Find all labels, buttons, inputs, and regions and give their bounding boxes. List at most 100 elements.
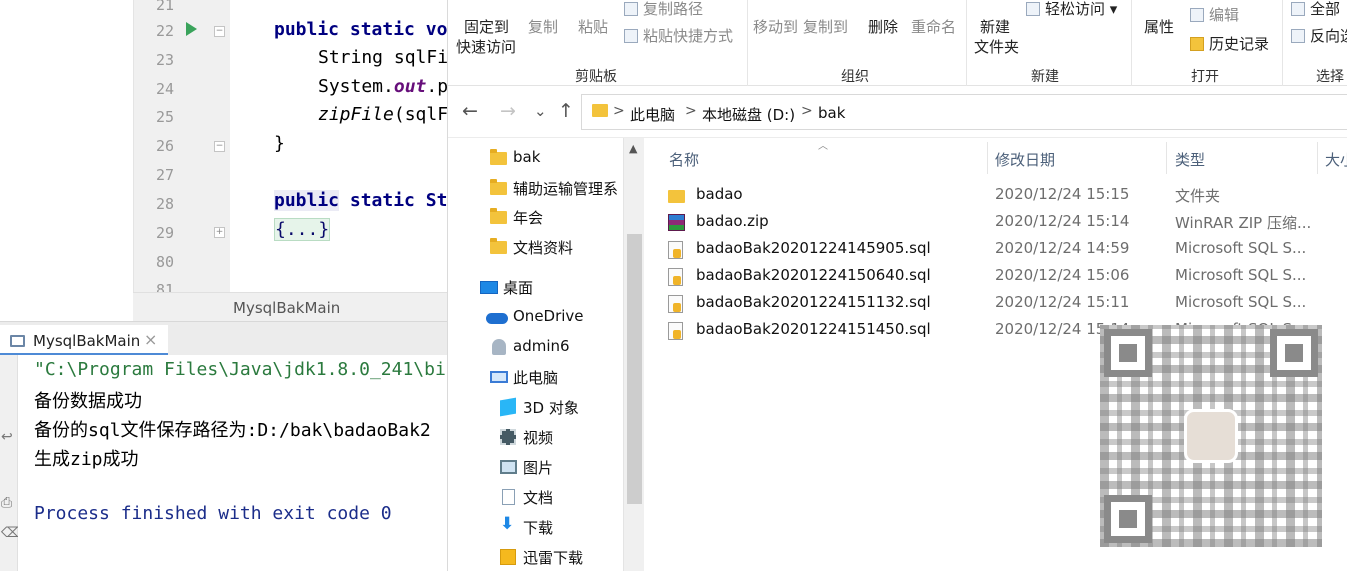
back-button[interactable]: ← <box>462 100 478 122</box>
column-divider[interactable] <box>1166 142 1167 174</box>
qr-finder-pattern <box>1104 329 1152 377</box>
run-tab[interactable]: MysqlBakMain × <box>0 325 168 356</box>
sql-file-icon <box>668 268 683 286</box>
button-label: 粘贴快捷方式 <box>643 27 734 45</box>
breadcrumb-separator[interactable]: > <box>613 103 625 119</box>
tree-item-label: 迅雷下载 <box>523 549 584 567</box>
breadcrumb-separator[interactable]: > <box>801 103 813 119</box>
qr-finder-pattern <box>1104 495 1152 543</box>
console-output-line: 备份的sql文件保存路径为:D:/bak\badaoBak2 <box>34 420 431 441</box>
code-method-call: zipFile <box>318 104 394 125</box>
fold-toggle-icon[interactable]: − <box>214 26 225 37</box>
editor-tab-label[interactable]: MysqlBakMain <box>233 299 340 317</box>
user-icon <box>492 339 506 355</box>
edit-icon <box>1190 8 1204 22</box>
pin-to-quick-access-button-line2[interactable]: 快速访问 <box>456 36 516 57</box>
address-box[interactable]: > 此电脑 > 本地磁盘 (D:) > bak <box>581 94 1347 130</box>
file-row[interactable]: badaoBak20201224145905.sql 2020/12/24 14… <box>664 236 1347 263</box>
file-row[interactable]: badaoBak20201224151132.sql 2020/12/24 15… <box>664 290 1347 317</box>
ide-window: 21 22 23 24 25 26 27 28 29 80 81 − − + p… <box>0 0 447 571</box>
organize-group-label: 组织 <box>841 69 869 85</box>
column-header-name[interactable]: 名称 <box>669 149 699 170</box>
invert-selection-button[interactable]: 反向选 <box>1291 25 1347 46</box>
column-header-date[interactable]: 修改日期 <box>995 149 1055 170</box>
ribbon-separator <box>966 0 967 86</box>
scrollbar-thumb[interactable] <box>627 234 642 504</box>
code-line-22: public static vo <box>274 19 447 40</box>
tree-item-label: 下载 <box>523 519 554 537</box>
history-button[interactable]: 历史记录 <box>1190 33 1269 54</box>
breadcrumb-this-pc[interactable]: 此电脑 <box>630 104 675 125</box>
new-folder-button-line2[interactable]: 文件夹 <box>974 36 1019 57</box>
console-output-line: 备份数据成功 <box>34 391 142 412</box>
line-number: 24 <box>155 80 174 98</box>
ribbon-toolbar: 固定到 快速访问 复制 粘贴 复制路径 粘贴快捷方式 剪贴板 移动到 复制到 删… <box>448 0 1347 86</box>
forward-button[interactable]: → <box>500 100 516 122</box>
file-type: Microsoft SQL S... <box>1175 266 1307 284</box>
tree-item-label: bak <box>513 148 541 166</box>
edit-button[interactable]: 编辑 <box>1190 4 1239 25</box>
copy-button[interactable]: 复制 <box>528 16 558 37</box>
button-label: 复制路径 <box>643 0 704 18</box>
breadcrumb-local-disk[interactable]: 本地磁盘 (D:) <box>702 104 795 125</box>
console-output-line: 生成zip成功 <box>34 449 139 470</box>
print-icon[interactable]: ⎙ <box>1 495 12 511</box>
qr-finder-pattern <box>1270 329 1318 377</box>
copy-path-button[interactable]: 复制路径 <box>624 0 703 19</box>
code-text: St <box>414 190 447 211</box>
this-pc-icon <box>490 371 508 383</box>
file-date: 2020/12/24 15:15 <box>995 185 1130 203</box>
code-field: out <box>393 76 427 97</box>
button-label: 历史记录 <box>1209 35 1270 53</box>
easy-access-button[interactable]: 轻松访问 ▾ <box>1026 0 1117 19</box>
delete-button[interactable]: 删除 <box>868 16 898 37</box>
move-to-button[interactable]: 移动到 <box>753 16 798 37</box>
new-folder-button[interactable]: 新建 <box>980 16 1010 37</box>
column-divider[interactable] <box>987 142 988 174</box>
file-date: 2020/12/24 15:11 <box>995 293 1130 311</box>
wrap-icon[interactable]: ↩ <box>1 429 13 445</box>
recent-locations-button[interactable]: ⌄ <box>534 102 547 120</box>
scroll-up-icon[interactable]: ▲ <box>629 142 637 155</box>
file-row[interactable]: badaoBak20201224150640.sql 2020/12/24 15… <box>664 263 1347 290</box>
pin-to-quick-access-button[interactable]: 固定到 <box>464 16 509 37</box>
properties-button[interactable]: 属性 <box>1144 16 1174 37</box>
copy-to-button[interactable]: 复制到 <box>803 16 848 37</box>
folder-icon <box>490 149 507 165</box>
code-text: System. <box>318 76 394 97</box>
folder-icon <box>490 238 507 254</box>
paste-shortcut-button[interactable]: 粘贴快捷方式 <box>624 25 733 46</box>
close-icon[interactable]: × <box>144 330 157 349</box>
run-console-output[interactable]: "C:\Program Files\Java\jdk1.8.0_241\bi 备… <box>18 355 447 571</box>
tree-item-label: 文档资料 <box>513 239 574 257</box>
file-row[interactable]: badao.zip 2020/12/24 15:14 WinRAR ZIP 压缩… <box>664 209 1347 236</box>
rename-button[interactable]: 重命名 <box>911 16 956 37</box>
file-row[interactable]: badao 2020/12/24 15:15 文件夹 <box>664 182 1347 209</box>
file-type: WinRAR ZIP 压缩... <box>1175 214 1312 232</box>
code-keyword: public <box>274 190 340 211</box>
up-button[interactable]: ↑ <box>558 100 574 122</box>
file-type: Microsoft SQL S... <box>1175 239 1307 257</box>
address-bar-row: ← → ⌄ ↑ > 此电脑 > 本地磁盘 (D:) > bak <box>448 86 1347 138</box>
run-gutter-icon[interactable] <box>186 22 197 36</box>
code-line-26: } <box>274 133 285 154</box>
file-name: badaoBak20201224151450.sql <box>696 320 931 338</box>
qr-code-overlay <box>1100 325 1322 547</box>
thunder-download-icon <box>500 549 516 565</box>
paste-button[interactable]: 粘贴 <box>578 16 608 37</box>
code-editor[interactable]: public static vo String sqlFi System.out… <box>230 0 447 292</box>
fold-toggle-icon[interactable]: − <box>214 141 225 152</box>
navigation-scrollbar[interactable]: ▲ <box>623 138 644 571</box>
column-divider[interactable] <box>1317 142 1318 174</box>
sort-ascending-icon: ︿ <box>818 141 828 152</box>
videos-icon <box>500 429 516 445</box>
column-header-size[interactable]: 大小 <box>1325 149 1347 170</box>
breadcrumb-separator[interactable]: > <box>685 103 697 119</box>
line-number: 26 <box>155 137 174 155</box>
button-label: 反向选 <box>1310 27 1347 45</box>
breadcrumb-bak[interactable]: bak <box>818 104 845 122</box>
select-all-button[interactable]: 全部 <box>1291 0 1340 19</box>
expand-fold-icon[interactable]: + <box>214 227 225 238</box>
folded-code-block[interactable]: {...} <box>274 218 331 241</box>
column-header-type[interactable]: 类型 <box>1175 149 1205 170</box>
